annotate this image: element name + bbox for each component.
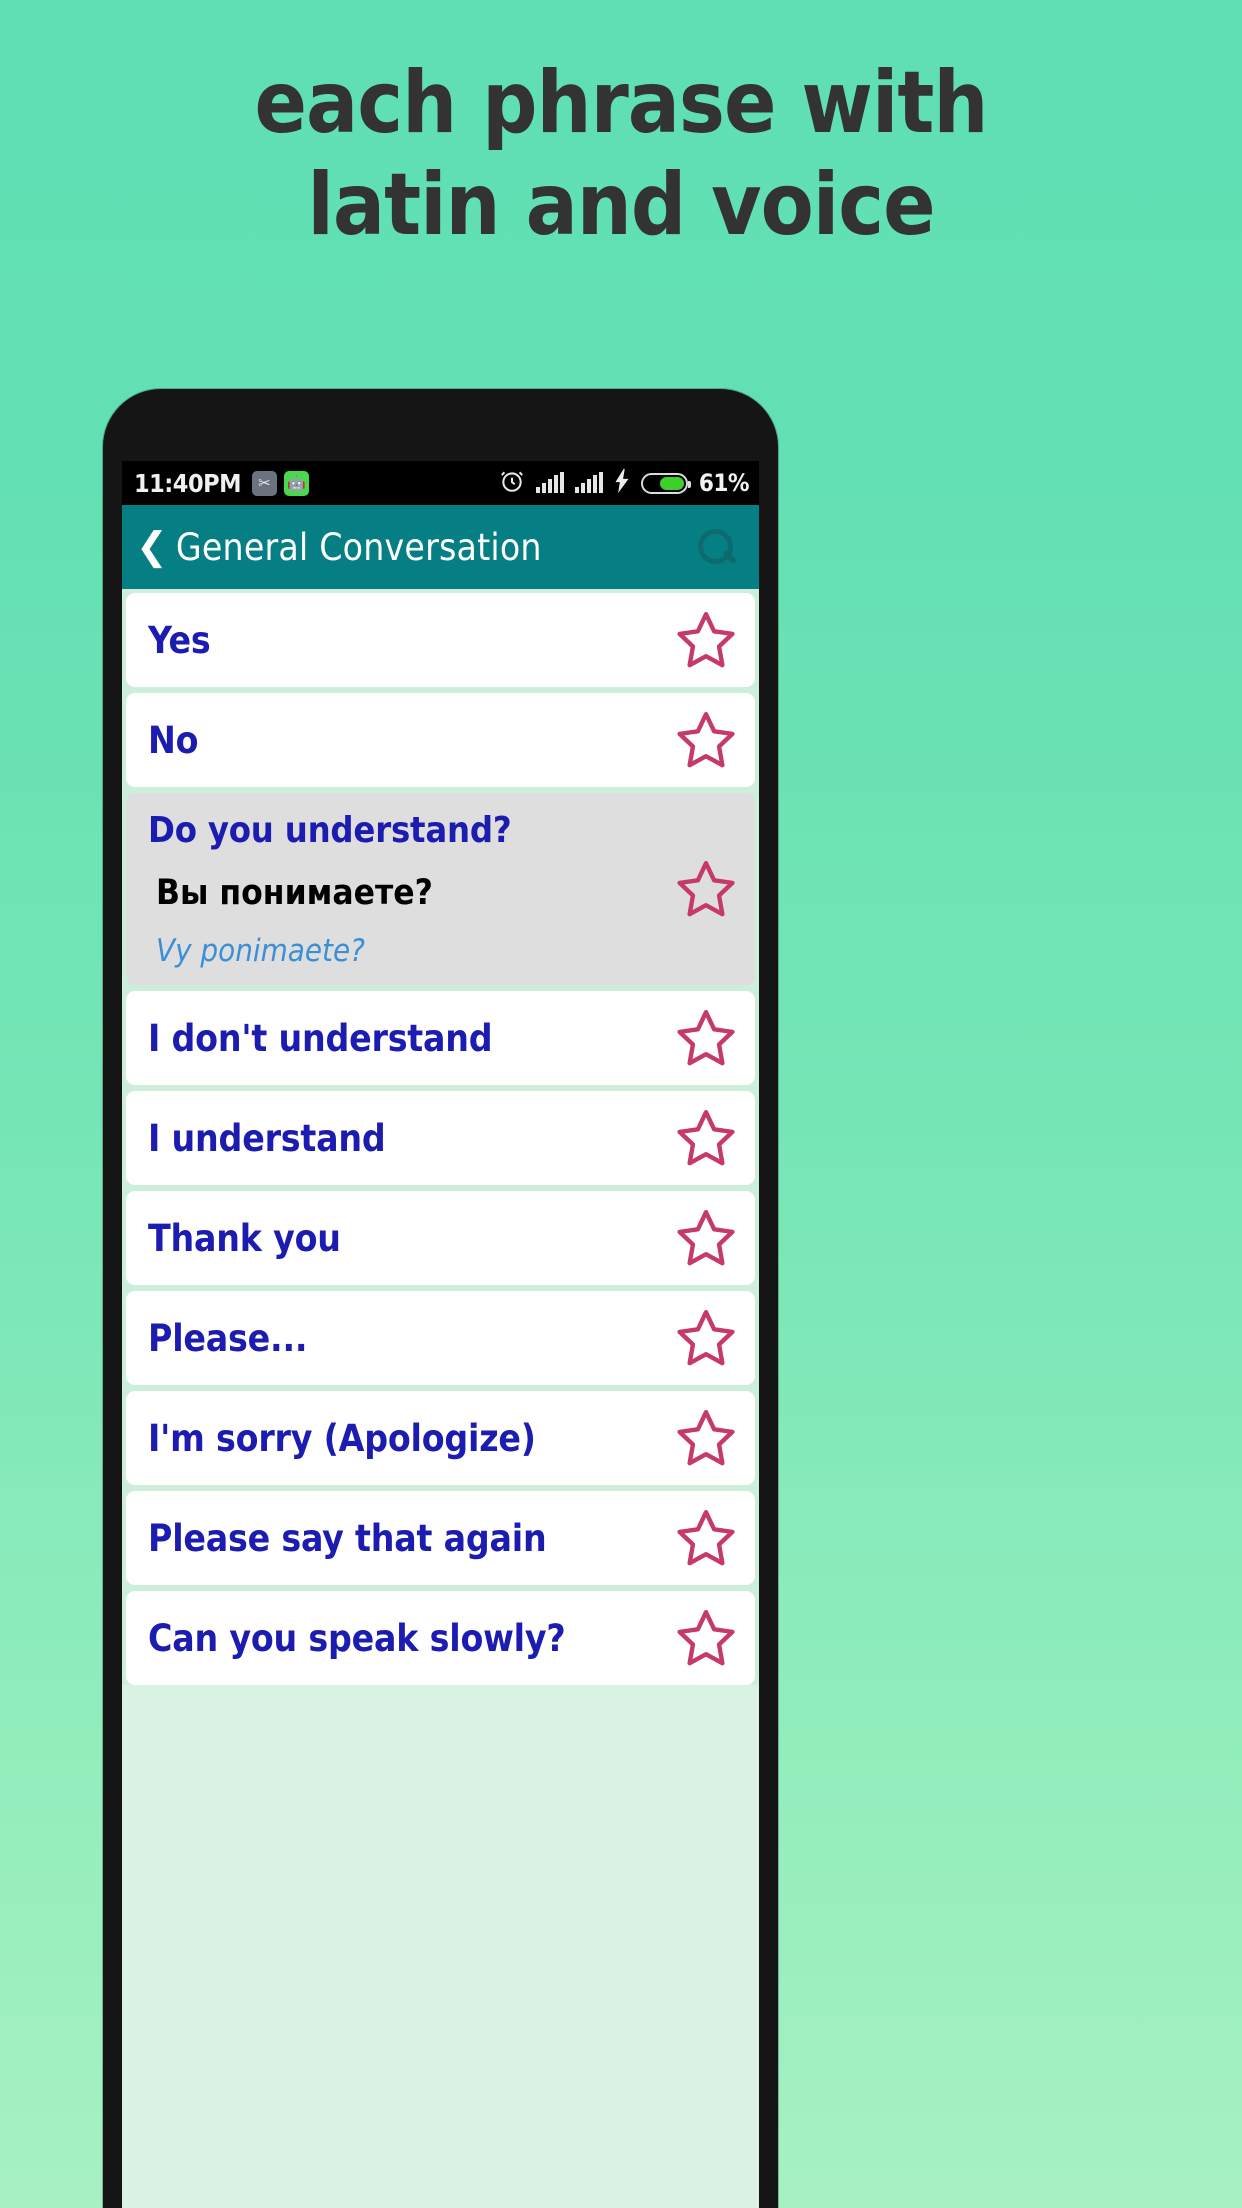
- status-bar-notification-icons: ✂ 🤖: [251, 470, 309, 496]
- favorite-star-icon[interactable]: [673, 1005, 739, 1071]
- phrase-english: Please...: [148, 1316, 308, 1360]
- alarm-clock-icon: [499, 468, 525, 499]
- phrase-english: Thank you: [148, 1216, 341, 1260]
- back-icon[interactable]: ❮: [136, 528, 168, 566]
- phrase-english: I'm sorry (Apologize): [148, 1416, 536, 1460]
- favorite-star-icon[interactable]: [673, 707, 739, 773]
- phrase-english: Please say that again: [148, 1516, 547, 1560]
- status-bar-time: 11:40PM: [134, 468, 241, 498]
- phrase-row[interactable]: Please say that again: [126, 1491, 755, 1585]
- android-robot-icon: 🤖: [283, 470, 309, 496]
- signal-bars-icon-1: [535, 472, 564, 493]
- phrase-row[interactable]: Can you speak slowly?: [126, 1591, 755, 1685]
- favorite-star-icon[interactable]: [673, 607, 739, 673]
- phrase-english: Can you speak slowly?: [148, 1616, 566, 1660]
- promo-headline-line2: latin and voice: [307, 155, 935, 255]
- favorite-star-icon[interactable]: [673, 1205, 739, 1271]
- phrase-row[interactable]: No: [126, 693, 755, 787]
- phrase-english: No: [148, 718, 199, 762]
- favorite-star-icon[interactable]: [673, 1105, 739, 1171]
- battery-icon: [640, 472, 691, 494]
- phone-screen: 11:40PM ✂ 🤖 61% ❮ General Conversation Y…: [122, 461, 759, 2208]
- status-bar: 11:40PM ✂ 🤖 61%: [122, 461, 759, 505]
- scissors-icon: ✂: [251, 470, 277, 496]
- favorite-star-icon[interactable]: [673, 1305, 739, 1371]
- phrase-row-texts: No: [148, 719, 659, 762]
- signal-bars-icon-2: [574, 472, 603, 493]
- page-title: General Conversation: [175, 525, 542, 569]
- phrase-row-texts: I don't understand: [148, 1017, 659, 1060]
- favorite-star-icon[interactable]: [673, 1405, 739, 1471]
- status-bar-system-icons: 61%: [499, 468, 750, 499]
- favorite-star-icon[interactable]: [673, 1605, 739, 1671]
- phrase-row-texts: Do you understand? Вы понимаете? Vy ponima…: [148, 810, 659, 969]
- phrase-row-texts: Please...: [148, 1317, 659, 1360]
- phrase-row-texts: Thank you: [148, 1217, 659, 1260]
- phrase-english: I don't understand: [148, 1016, 493, 1060]
- charging-bolt-icon: [614, 468, 630, 498]
- search-icon[interactable]: [693, 524, 739, 570]
- phrase-row-texts: Yes: [148, 619, 659, 662]
- phrase-row-texts: I understand: [148, 1117, 659, 1160]
- promo-headline-line1: each phrase with: [254, 53, 989, 153]
- phrase-latin-transliteration: Vy ponimaete?: [156, 932, 365, 969]
- favorite-star-icon[interactable]: [673, 1505, 739, 1571]
- phrase-row[interactable]: I understand: [126, 1091, 755, 1185]
- phrase-row[interactable]: Please...: [126, 1291, 755, 1385]
- app-bar: ❮ General Conversation: [122, 505, 759, 589]
- phrase-row[interactable]: Yes: [126, 593, 755, 687]
- phrase-row[interactable]: Thank you: [126, 1191, 755, 1285]
- phrase-english: I understand: [148, 1116, 386, 1160]
- phrase-row-texts: Please say that again: [148, 1517, 659, 1560]
- phrase-row[interactable]: I'm sorry (Apologize): [126, 1391, 755, 1485]
- phrase-row-texts: I'm sorry (Apologize): [148, 1417, 659, 1460]
- promo-headline: each phrase with latin and voice: [0, 60, 1242, 248]
- phrase-row-texts: Can you speak slowly?: [148, 1617, 659, 1660]
- phrase-native: Вы понимаете?: [156, 872, 433, 913]
- phrase-row[interactable]: I don't understand: [126, 991, 755, 1085]
- phrase-english: Yes: [148, 618, 211, 662]
- phrase-list: Yes No Do you understand? Вы понимаете? Vy p…: [122, 589, 759, 1685]
- phone-mockup: 11:40PM ✂ 🤖 61% ❮ General Conversation Y…: [103, 389, 778, 2208]
- favorite-star-icon[interactable]: [673, 856, 739, 922]
- phrase-english: Do you understand?: [148, 809, 512, 851]
- phrase-row[interactable]: Do you understand? Вы понимаете? Vy ponima…: [126, 793, 755, 985]
- battery-percent-label: 61%: [698, 469, 750, 497]
